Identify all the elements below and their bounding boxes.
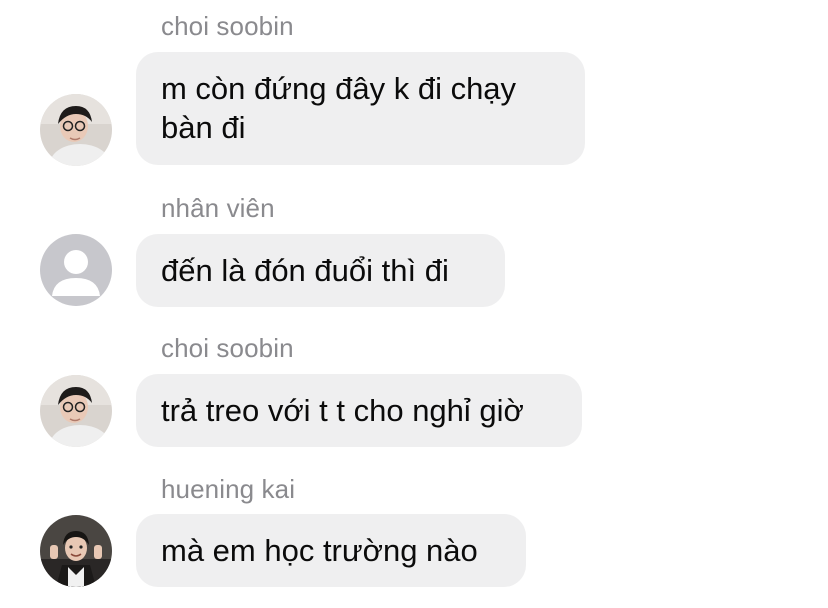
message-bubble[interactable]: m còn đứng đây k đi chạy bàn đi [136,52,585,165]
avatar-photo [40,515,112,587]
photo-avatar-soobin-icon[interactable] [40,94,112,166]
sender-name: huening kai [161,474,296,504]
photo-avatar-soobin-icon[interactable] [40,375,112,447]
avatar-photo [40,375,112,447]
sender-name: nhân viên [161,193,275,223]
message-bubble[interactable]: đến là đón đuổi thì đi [136,234,505,307]
photo-avatar-huening-kai-icon[interactable] [40,515,112,587]
avatar-photo [40,94,112,166]
default-user-icon [40,234,112,306]
message-bubble[interactable]: mà em học trường nào [136,514,526,587]
message-bubble[interactable]: trả treo với t t cho nghỉ giờ [136,374,582,447]
chat-thread: choi soobin m còn đứng đây k đi chạy bàn… [0,0,828,608]
default-user-avatar-icon[interactable] [40,234,112,306]
sender-name: choi soobin [161,11,294,41]
sender-name: choi soobin [161,333,294,363]
